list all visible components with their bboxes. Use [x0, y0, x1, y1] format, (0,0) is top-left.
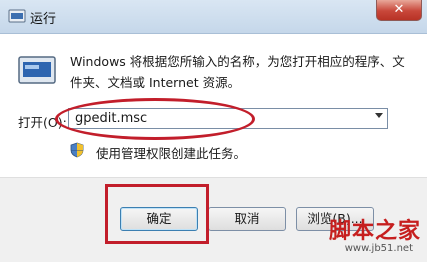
dialog-content: Windows 将根据您所输入的名称，为您打开相应的程序、文件夹、文档或 Int…	[0, 34, 427, 177]
watermark-url: www.jb51.net	[344, 243, 413, 254]
chevron-down-icon[interactable]	[375, 113, 383, 118]
cancel-button[interactable]: 取消	[208, 207, 286, 231]
title-bar: 运行 ✕	[0, 0, 427, 34]
highlight-box	[105, 184, 209, 244]
run-icon	[8, 9, 26, 23]
highlight-ellipse	[55, 98, 255, 140]
close-button[interactable]: ✕	[376, 0, 422, 21]
window-title: 运行	[30, 12, 57, 27]
watermark-title: 脚本之家	[328, 218, 421, 244]
dialog-description: Windows 将根据您所输入的名称，为您打开相应的程序、文件夹、文档或 Int…	[70, 54, 405, 90]
uac-shield-icon	[70, 142, 84, 158]
run-program-icon	[18, 56, 56, 84]
watermark: 脚本之家 www.jb51.net	[300, 213, 427, 261]
admin-note: 使用管理权限创建此任务。	[96, 146, 247, 161]
